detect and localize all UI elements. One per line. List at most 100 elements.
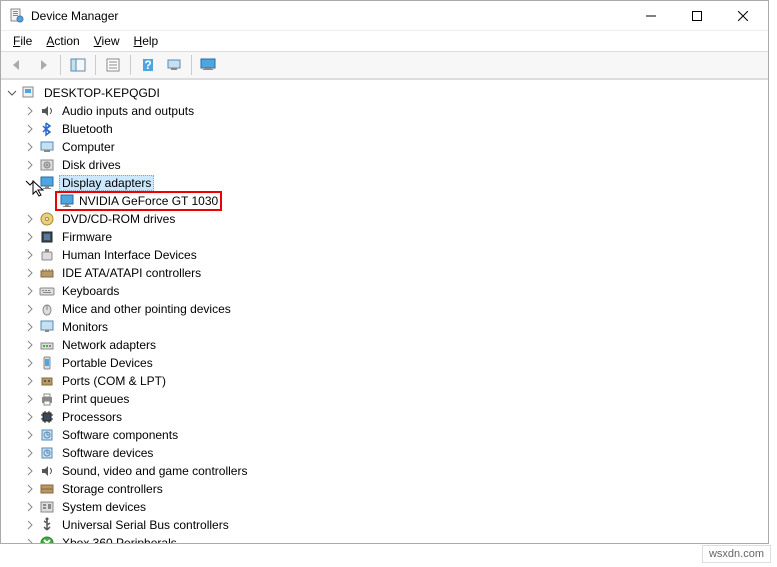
device-manager-icon: [9, 8, 25, 24]
tree-category-label: Ports (COM & LPT): [59, 373, 169, 389]
expand-icon[interactable]: [23, 176, 37, 190]
toolbar-separator: [130, 55, 131, 75]
window-title: Device Manager: [31, 9, 628, 23]
expand-icon[interactable]: [5, 86, 19, 100]
watermark: wsxdn.com: [702, 545, 771, 563]
tree-category[interactable]: DVD/CD-ROM drives: [1, 210, 768, 228]
tree-category[interactable]: Storage controllers: [1, 480, 768, 498]
expand-icon[interactable]: [23, 392, 37, 406]
menubar: File Action View Help: [1, 31, 768, 51]
tree-category-label: Sound, video and game controllers: [59, 463, 250, 479]
tree-category[interactable]: Keyboards: [1, 282, 768, 300]
expand-icon[interactable]: [23, 122, 37, 136]
expand-icon[interactable]: [23, 518, 37, 532]
tree-category[interactable]: Xbox 360 Peripherals: [1, 534, 768, 543]
forward-button[interactable]: [31, 53, 55, 77]
expand-icon[interactable]: [23, 230, 37, 244]
tree-category[interactable]: Display adapters: [1, 174, 768, 192]
expand-icon[interactable]: [23, 374, 37, 388]
tree-category-label: Keyboards: [59, 283, 122, 299]
tree-category-label: Mice and other pointing devices: [59, 301, 234, 317]
expand-icon[interactable]: [23, 266, 37, 280]
tree-category[interactable]: Universal Serial Bus controllers: [1, 516, 768, 534]
menu-action[interactable]: Action: [40, 32, 85, 50]
expand-icon[interactable]: [23, 356, 37, 370]
tree-category-label: Bluetooth: [59, 121, 116, 137]
help-button[interactable]: ?: [136, 53, 160, 77]
expand-icon[interactable]: [23, 428, 37, 442]
tree-category-label: Processors: [59, 409, 125, 425]
tree-category-label: Monitors: [59, 319, 111, 335]
close-button[interactable]: [720, 2, 766, 30]
tree-category-label: Universal Serial Bus controllers: [59, 517, 232, 533]
expand-icon[interactable]: [23, 302, 37, 316]
show-hide-tree-button[interactable]: [66, 53, 90, 77]
toolbar: ?: [1, 51, 768, 79]
expand-icon[interactable]: [23, 536, 37, 543]
menu-file[interactable]: File: [7, 32, 38, 50]
tree-category-label: Firmware: [59, 229, 115, 245]
tree-device[interactable]: NVIDIA GeForce GT 1030: [1, 192, 768, 210]
toolbar-separator: [95, 55, 96, 75]
expand-icon[interactable]: [23, 500, 37, 514]
tree-category[interactable]: Mice and other pointing devices: [1, 300, 768, 318]
tree-category[interactable]: Processors: [1, 408, 768, 426]
expand-icon[interactable]: [23, 464, 37, 478]
tree-category[interactable]: Network adapters: [1, 336, 768, 354]
expand-icon[interactable]: [23, 140, 37, 154]
tree-category[interactable]: Print queues: [1, 390, 768, 408]
tree-category[interactable]: Disk drives: [1, 156, 768, 174]
expand-icon[interactable]: [23, 212, 37, 226]
device-tree[interactable]: DESKTOP-KEPQGDI Audio inputs and outputs…: [1, 80, 768, 543]
tree-category-label: DVD/CD-ROM drives: [59, 211, 178, 227]
expand-icon[interactable]: [23, 482, 37, 496]
tree-category[interactable]: Portable Devices: [1, 354, 768, 372]
tree-category-label: Software components: [59, 427, 181, 443]
tree-category-label: Network adapters: [59, 337, 159, 353]
tree-category-label: Computer: [59, 139, 118, 155]
svg-text:?: ?: [144, 58, 151, 72]
expand-icon[interactable]: [23, 284, 37, 298]
tree-category[interactable]: Human Interface Devices: [1, 246, 768, 264]
tree-category-label: IDE ATA/ATAPI controllers: [59, 265, 204, 281]
tree-category-label: Display adapters: [59, 175, 154, 191]
tree-category[interactable]: Monitors: [1, 318, 768, 336]
expand-icon[interactable]: [23, 446, 37, 460]
scan-hardware-button[interactable]: [162, 53, 186, 77]
tree-category[interactable]: Bluetooth: [1, 120, 768, 138]
tree-category-label: Disk drives: [59, 157, 124, 173]
minimize-button[interactable]: [628, 2, 674, 30]
tree-device-label: NVIDIA GeForce GT 1030: [55, 191, 222, 211]
tree-category-label: Xbox 360 Peripherals: [59, 535, 180, 543]
tree-category[interactable]: System devices: [1, 498, 768, 516]
tree-category[interactable]: Software components: [1, 426, 768, 444]
tree-category[interactable]: Firmware: [1, 228, 768, 246]
tree-category-label: Print queues: [59, 391, 132, 407]
tree-category-label: Audio inputs and outputs: [59, 103, 197, 119]
properties-button[interactable]: [101, 53, 125, 77]
tree-category[interactable]: IDE ATA/ATAPI controllers: [1, 264, 768, 282]
expand-icon[interactable]: [23, 410, 37, 424]
tree-category-label: Storage controllers: [59, 481, 166, 497]
device-manager-window: Device Manager File Action View Help ? D…: [0, 0, 769, 544]
tree-category-label: System devices: [59, 499, 149, 515]
tree-category[interactable]: Software devices: [1, 444, 768, 462]
expand-icon[interactable]: [23, 104, 37, 118]
expand-icon[interactable]: [23, 338, 37, 352]
content-area: DESKTOP-KEPQGDI Audio inputs and outputs…: [1, 79, 768, 543]
tree-category[interactable]: Ports (COM & LPT): [1, 372, 768, 390]
tree-root[interactable]: DESKTOP-KEPQGDI: [1, 84, 768, 102]
expand-icon[interactable]: [23, 158, 37, 172]
expand-icon[interactable]: [23, 248, 37, 262]
tree-category[interactable]: Sound, video and game controllers: [1, 462, 768, 480]
tree-category-label: Software devices: [59, 445, 156, 461]
back-button[interactable]: [5, 53, 29, 77]
tree-category[interactable]: Audio inputs and outputs: [1, 102, 768, 120]
menu-help[interactable]: Help: [128, 32, 165, 50]
maximize-button[interactable]: [674, 2, 720, 30]
expand-icon[interactable]: [23, 320, 37, 334]
menu-view[interactable]: View: [88, 32, 126, 50]
monitor-button[interactable]: [197, 53, 221, 77]
tree-category[interactable]: Computer: [1, 138, 768, 156]
titlebar: Device Manager: [1, 1, 768, 31]
